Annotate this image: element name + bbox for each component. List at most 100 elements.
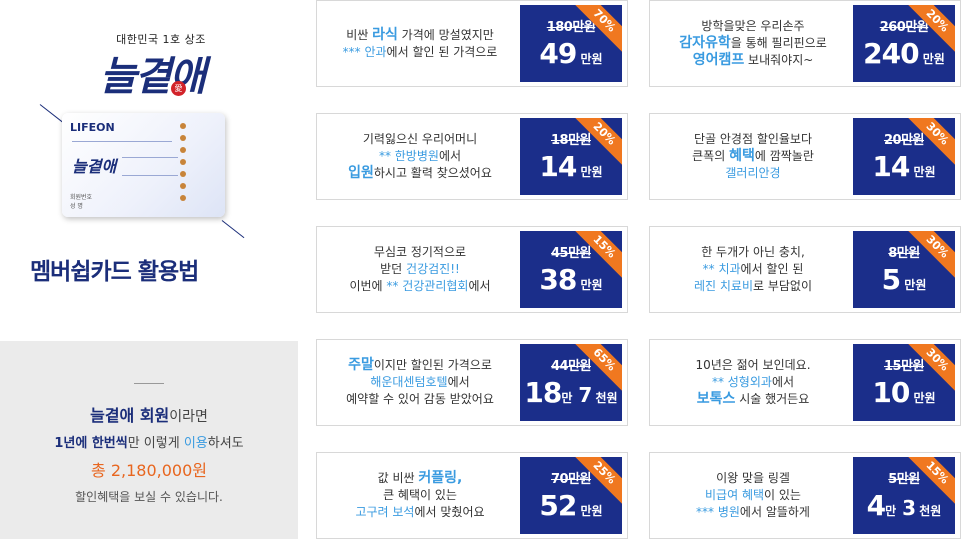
- summary-text-end: 하셔도: [207, 436, 244, 451]
- offer-description: 기력잃으신 우리어머니 ** 한방병원에서 입원하시고 활력 찾으셨어요: [323, 114, 517, 199]
- offer-text-segment: ** 건강관리협회: [386, 279, 469, 293]
- summary-line2: 1년에 한번씩만 이렇게 이용하셔도: [0, 432, 298, 451]
- price-unit: 만원: [909, 391, 936, 405]
- offer-line: 감자유학을 통해 필리핀으로: [679, 35, 826, 52]
- offer-text-segment: *** 병원: [696, 505, 740, 519]
- price-second: 7: [572, 383, 592, 407]
- offer-line: *** 안과에서 할인 된 가격으로: [343, 44, 498, 61]
- offer-text-segment: 건강검진!!: [406, 262, 460, 276]
- price-unit: 만원: [576, 504, 603, 518]
- card-service-list: [180, 123, 186, 207]
- offer-description: 단골 안경점 할인율보다 큰폭의 혜택에 깜짝놀란 갤러리안경: [656, 114, 850, 199]
- offer-card: 주말이지만 할인된 가격으로 해운대센텀호텔에서 예약할 수 있어 감동 받았어요 4…: [316, 339, 628, 426]
- price-unit: 천원: [915, 504, 942, 518]
- offer-text-segment: 큰폭의: [692, 149, 730, 163]
- price-badge: 20만원 14 만원 30%: [853, 118, 955, 195]
- price-badge: 44만원 18만 7 천원 65%: [520, 344, 622, 421]
- card-logo: LIFEON: [70, 121, 115, 134]
- offer-description: 값 비싼 커플링, 큰 혜택이 있는 고구려 보석에서 맞췄어요: [323, 453, 517, 538]
- summary-use-word: 이용: [183, 436, 208, 451]
- price-main: 38: [539, 263, 577, 296]
- offer-text-segment: 커플링,: [418, 470, 463, 486]
- price-main: 49: [539, 37, 577, 70]
- offer-text-segment: ** 한방병원: [378, 149, 439, 163]
- card-dot-icon: [180, 135, 186, 141]
- offer-line: 해운대센텀호텔에서: [370, 374, 469, 391]
- offer-text-segment: 주말: [348, 357, 374, 373]
- offer-text-segment: 에서: [771, 375, 795, 389]
- offer-text-segment: 큰 혜택이 있는: [383, 488, 457, 502]
- offer-text-segment: 고구려 보석: [355, 505, 415, 519]
- card-dot-icon: [180, 147, 186, 153]
- offer-text-segment: 보톡스: [696, 391, 736, 407]
- price-badge: 5만원 4만 3 천원 15%: [853, 457, 955, 534]
- offer-line: 단골 안경점 할인율보다: [694, 131, 812, 148]
- offer-card: 한 두개가 아닌 충치, ** 치과에서 할인 된 레진 치료비로 부담없이 8만원 5…: [649, 226, 961, 313]
- offer-card: 기력잃으신 우리어머니 ** 한방병원에서 입원하시고 활력 찾으셨어요 18만원 14…: [316, 113, 628, 200]
- price-badge: 8만원 5 만원 30%: [853, 231, 955, 308]
- offer-text-segment: *** 안과: [342, 44, 387, 59]
- offer-text-segment: 에서: [438, 149, 462, 163]
- offer-text-segment: 값 비싼: [377, 471, 419, 485]
- offer-card: 값 비싼 커플링, 큰 혜택이 있는 고구려 보석에서 맞췄어요 70만원 52 만원 2…: [316, 452, 628, 539]
- price-main: 14: [872, 150, 910, 183]
- price-main: 240: [863, 37, 919, 70]
- offer-line: *** 병원에서 알뜰하게: [696, 504, 810, 521]
- offer-line: 받던 건강검진!!: [380, 261, 460, 278]
- offer-text-segment: 예약할 수 있어 감동 받았어요: [346, 392, 494, 406]
- offer-card: 단골 안경점 할인율보다 큰폭의 혜택에 깜짝놀란 갤러리안경 20만원 14 만원 30…: [649, 113, 961, 200]
- summary-line1-rest: 이라면: [169, 409, 208, 425]
- offer-card: 무심코 정기적으로 받던 건강검진!! 이번에 ** 건강관리협회에서 45만원 38 …: [316, 226, 628, 313]
- offer-text-segment: 가격에 망설였지만: [397, 27, 494, 42]
- offer-description: 비싼 라식 가격에 망설였지만 *** 안과에서 할인 된 가격으로: [323, 1, 517, 86]
- offer-line: 갤러리안경: [725, 165, 780, 182]
- price-badge: 15만원 10 만원 30%: [853, 344, 955, 421]
- price-badge: 70만원 52 만원 25%: [520, 457, 622, 534]
- discounted-price: 4만 3 천원: [853, 489, 955, 522]
- price-main: 18: [524, 376, 562, 409]
- offer-card: 이왕 맞을 링겔 비급여 혜택이 있는 *** 병원에서 알뜰하게 5만원 4만 3 천…: [649, 452, 961, 539]
- offer-text-segment: 비싼: [346, 27, 373, 42]
- offer-text-segment: ** 성형외과: [711, 375, 772, 389]
- summary-text: 만 이렇게: [127, 436, 184, 451]
- offer-line: 비싼 라식 가격에 망설였지만: [346, 27, 494, 44]
- summary-footnote: 할인혜택을 보실 수 있습니다.: [75, 490, 223, 504]
- offer-text-segment: 레진 치료비: [693, 279, 753, 293]
- brand-seal-icon: 愛: [171, 81, 186, 96]
- price-unit: 만원: [918, 52, 945, 66]
- offer-line: 고구려 보석에서 맞췄어요: [355, 504, 484, 521]
- offer-text-segment: 이번에: [349, 279, 387, 293]
- discounted-price: 49 만원: [520, 37, 622, 70]
- offer-text-segment: 한 두개가 아닌 충치,: [701, 245, 805, 259]
- offer-card: 10년은 젊어 보인데요. ** 성형외과에서 보톡스 시술 했거든요 15만원 10 …: [649, 339, 961, 426]
- offer-text-segment: 이 있는: [764, 488, 801, 502]
- offer-line: 비급여 혜택이 있는: [705, 487, 801, 504]
- offer-text-segment: 에서 할인 된: [740, 262, 804, 276]
- offer-line: 값 비싼 커플링,: [378, 470, 463, 487]
- price-unit: 만원: [900, 278, 927, 292]
- offer-line: ** 성형외과에서: [712, 374, 794, 391]
- discounted-price: 52 만원: [520, 489, 622, 522]
- offer-text-segment: 기력잃으신 우리어머니: [362, 132, 478, 146]
- card-dot-icon: [180, 123, 186, 129]
- offer-text-segment: ** 치과: [702, 262, 741, 276]
- discounted-price: 240 만원: [853, 37, 955, 70]
- offer-text-segment: 10년은 젊어 보인데요.: [695, 358, 811, 372]
- card-dot-icon: [180, 171, 186, 177]
- offer-text-segment: 이지만 할인된 가격으로: [373, 358, 492, 372]
- discounted-price: 38 만원: [520, 263, 622, 296]
- membership-card-image: LIFEON 늘곁애 회원번호 성 명: [62, 113, 225, 217]
- offer-description: 주말이지만 할인된 가격으로해운대센텀호텔에서 예약할 수 있어 감동 받았어요: [323, 340, 517, 425]
- offer-text-segment: 에서 할인 된 가격으로: [386, 44, 498, 59]
- offer-line: 큰폭의 혜택에 깜짝놀란: [692, 148, 814, 165]
- offer-line: 한 두개가 아닌 충치,: [701, 244, 805, 261]
- offer-text-segment: 무심코 정기적으로: [373, 245, 467, 259]
- offer-text-segment: 해운대센텀호텔: [370, 375, 448, 389]
- offer-line: 영어캠프 보내줘야지~: [693, 52, 814, 69]
- offer-line: 예약할 수 있어 감동 받았어요: [346, 391, 494, 408]
- price-main: 10: [872, 376, 910, 409]
- summary-frequency: 1년에 한번씩: [54, 436, 128, 451]
- card-dot-icon: [180, 195, 186, 201]
- summary-line1: 늘곁애 회원이라면: [0, 402, 298, 426]
- price-unit: 만원: [576, 165, 603, 179]
